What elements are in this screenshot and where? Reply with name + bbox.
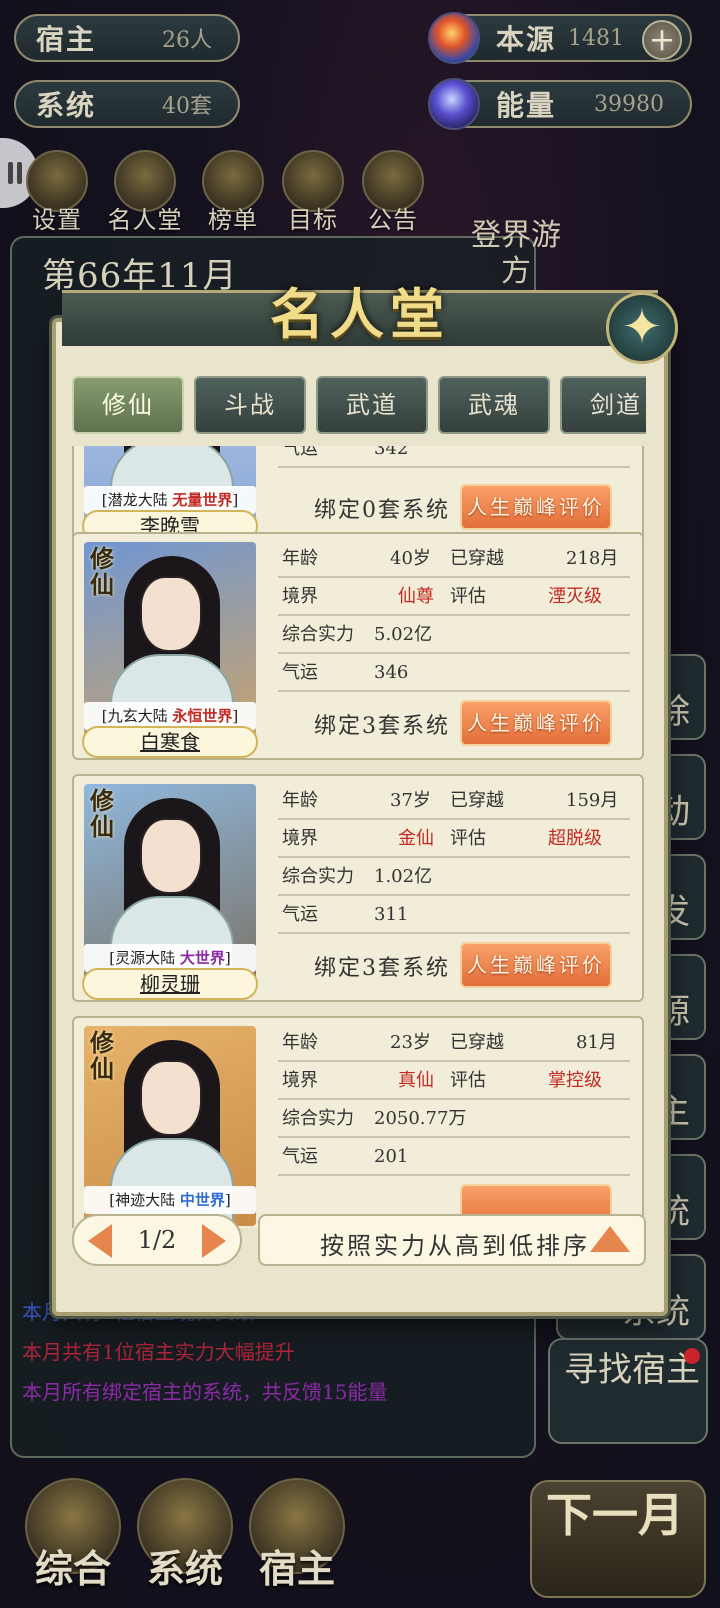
origin-bar: 本源 1481 +: [428, 12, 692, 64]
log-line: 本月共有1位宿主实力大幅提升: [22, 1340, 295, 1364]
tab-martial[interactable]: 武道: [316, 376, 428, 434]
luck-row: 气运 346: [278, 654, 630, 692]
character-portrait: 修仙 [灵源大陆 大世界]: [84, 784, 256, 984]
next-page-icon[interactable]: [202, 1224, 226, 1258]
host-count-bar: 宿主 26人: [14, 14, 240, 62]
power-row: 综合实力 2050.77万: [278, 1100, 630, 1138]
system-count-bar: 系统 40套: [14, 80, 240, 128]
energy-label: 能量: [496, 89, 557, 122]
list-item: 修仙 [九玄大陆 永恒世界] 白寒食 年龄 40岁 已穿越 218月 境界 仙尊…: [72, 532, 644, 760]
peak-evaluation-button[interactable]: 人生巅峰评价: [460, 700, 612, 746]
top-nav: 设置 名人堂 榜单 目标 公告: [22, 150, 428, 235]
bind-count: 绑定3套系统: [314, 714, 450, 739]
character-name[interactable]: 白寒食: [82, 726, 258, 758]
bind-count: 绑定3套系统: [314, 956, 450, 981]
bottom-tab-overview[interactable]: 综合: [18, 1478, 128, 1598]
power-row: 综合实力 5.02亿: [278, 616, 630, 654]
notification-dot: [684, 1348, 700, 1364]
system-value: 40套: [162, 94, 212, 119]
cultivation-tag: 修仙: [90, 786, 114, 841]
sort-label: 按照实力从高到低排序: [320, 1232, 590, 1260]
sort-toggle[interactable]: 按照实力从高到低排序: [258, 1214, 646, 1266]
luck-row: 气运 201: [278, 1138, 630, 1176]
cultivation-tag: 修仙: [90, 544, 114, 599]
find-host-button[interactable]: 寻找宿主: [548, 1338, 708, 1444]
power-row: 综合实力 1.02亿: [278, 858, 630, 896]
tab-battle[interactable]: 斗战: [194, 376, 306, 434]
realm-row: 境界 金仙 评估 超脱级: [278, 820, 630, 858]
peak-evaluation-button[interactable]: 人生巅峰评价: [460, 484, 612, 530]
character-portrait: 修仙 [神迹大陆 中世界]: [84, 1026, 256, 1226]
bind-count: 绑定0套系统: [314, 498, 450, 523]
energy-bar: 能量 39980: [428, 78, 692, 130]
energy-orb-icon: [428, 78, 480, 130]
category-tabs: 修仙 斗战 武道 武魂 剑道: [72, 376, 646, 434]
host-value: 26人: [162, 28, 212, 53]
realm-row: 境界 真仙 评估 掌控级: [278, 1062, 630, 1100]
next-month-button[interactable]: 下一月: [530, 1480, 706, 1598]
nav-settings[interactable]: 设置: [22, 150, 92, 235]
list-item: [潜龙大陆 无量世界] 李晚雪 气运 342 绑定0套系统 人生巅峰评价: [72, 446, 644, 544]
age-row: 年龄 40岁 已穿越 218月: [278, 540, 630, 578]
nav-hall-of-fame[interactable]: 名人堂: [102, 150, 188, 235]
tab-cultivation[interactable]: 修仙: [72, 376, 184, 434]
nav-ranking[interactable]: 榜单: [198, 150, 268, 235]
flame-orb-icon: [428, 12, 480, 64]
list-item: 修仙 [灵源大陆 大世界] 柳灵珊 年龄 37岁 已穿越 159月 境界 金仙 …: [72, 774, 644, 1002]
fame-list[interactable]: [潜龙大陆 无量世界] 李晚雪 气运 342 绑定0套系统 人生巅峰评价 修仙 …: [72, 446, 646, 1228]
tab-sword[interactable]: 剑道: [560, 376, 646, 434]
peak-evaluation-button[interactable]: 人生巅峰评价: [460, 942, 612, 988]
bottom-tab-system[interactable]: 系统: [130, 1478, 240, 1598]
pagination: 1/2: [72, 1214, 242, 1266]
log-line: 本月所有绑定宿主的系统，共反馈15能量: [22, 1380, 388, 1404]
age-row: 年龄 23岁 已穿越 81月: [278, 1024, 630, 1062]
close-button[interactable]: ✦: [606, 292, 678, 364]
world-tag: [神迹大陆 中世界]: [84, 1186, 256, 1214]
nav-announcement[interactable]: 公告: [358, 150, 428, 235]
origin-label: 本源: [496, 23, 557, 56]
add-origin-button[interactable]: +: [642, 20, 682, 60]
host-label: 宿主: [36, 23, 97, 56]
system-label: 系统: [36, 89, 97, 122]
luck-row: 气运 311: [278, 896, 630, 934]
nav-goals[interactable]: 目标: [278, 150, 348, 235]
energy-value: 39980: [594, 91, 664, 117]
age-row: 年龄 37岁 已穿越 159月: [278, 782, 630, 820]
close-icon: ✦: [621, 299, 663, 355]
realm-row: 境界 仙尊 评估 湮灭级: [278, 578, 630, 616]
origin-value: 1481: [568, 25, 624, 51]
character-name[interactable]: 柳灵珊: [82, 968, 258, 1000]
sort-ascending-icon: [590, 1226, 630, 1252]
list-item: 修仙 [神迹大陆 中世界] 年龄 23岁 已穿越 81月 境界 真仙 评估 掌控…: [72, 1016, 644, 1228]
tab-martial-soul[interactable]: 武魂: [438, 376, 550, 434]
character-portrait: 修仙 [九玄大陆 永恒世界]: [84, 542, 256, 742]
cultivation-tag: 修仙: [90, 1028, 114, 1083]
luck-row: 气运 342: [278, 446, 630, 468]
bottom-tab-host[interactable]: 宿主: [242, 1478, 352, 1598]
